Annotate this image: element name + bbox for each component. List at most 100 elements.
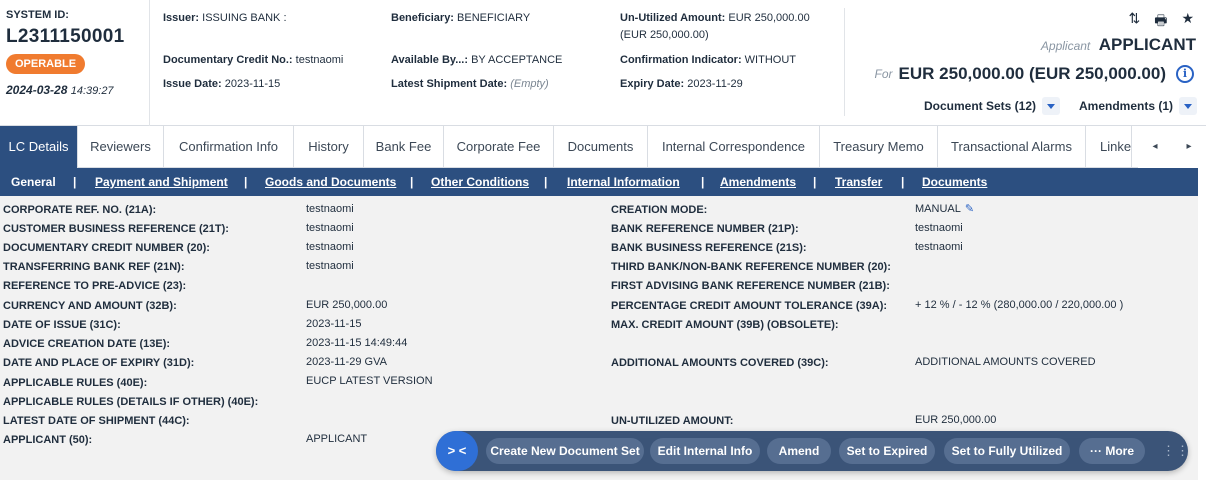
- sort-icon[interactable]: ⇅: [1128, 10, 1140, 34]
- detail-row: PERCENTAGE CREDIT AMOUNT TOLERANCE (39A)…: [611, 297, 887, 316]
- issue-date-field: Issue Date: 2023-11-15: [163, 78, 280, 90]
- tab-history[interactable]: History: [294, 126, 364, 168]
- header-divider: [844, 8, 845, 116]
- system-id-label: SYSTEM ID:: [6, 9, 69, 21]
- detail-value: testnaomi: [915, 241, 963, 253]
- detail-label: TRANSFERRING BANK REF (21N):: [3, 261, 185, 273]
- detail-label: ADVICE CREATION DATE (13E):: [3, 338, 171, 350]
- star-icon[interactable]: ★: [1181, 10, 1194, 34]
- detail-row: DATE OF ISSUE (31C):: [3, 316, 121, 335]
- set-fully-utilized-button[interactable]: Set to Fully Utilized: [944, 438, 1070, 464]
- detail-value: EUCP LATEST VERSION: [306, 375, 433, 387]
- shipment-field: Latest Shipment Date: (Empty): [391, 78, 549, 90]
- detail-label: LATEST DATE OF SHIPMENT (44C):: [3, 415, 190, 427]
- amount-summary-label: For: [874, 67, 893, 81]
- tab-transactional-alarms[interactable]: Transactional Alarms: [938, 126, 1086, 168]
- edit-internal-info-button[interactable]: Edit Internal Info: [650, 438, 760, 464]
- detail-value: EUR 250,000.00: [306, 299, 388, 311]
- detail-row: UN-UTILIZED AMOUNT:: [611, 412, 733, 431]
- amount-summary: For EUR 250,000.00 (EUR 250,000.00) i: [875, 64, 1194, 84]
- section-goods-documents[interactable]: Goods and Documents: [265, 168, 396, 196]
- detail-row: APPLICANT (50):: [3, 431, 92, 450]
- section-general[interactable]: General: [11, 168, 56, 196]
- create-document-set-button[interactable]: Create New Document Set: [486, 438, 644, 464]
- detail-value: testnaomi: [915, 222, 963, 234]
- chevron-right-icon[interactable]: ▸: [1172, 126, 1206, 168]
- status-badge: OPERABLE: [6, 54, 86, 74]
- pencil-icon[interactable]: ✎: [965, 200, 974, 219]
- tab-documents[interactable]: Documents: [554, 126, 648, 168]
- detail-value: APPLICANT: [306, 433, 368, 445]
- collapse-toggle-button[interactable]: > <: [436, 431, 478, 471]
- amendments-dropdown[interactable]: Amendments (1): [1079, 97, 1198, 115]
- section-amendments[interactable]: Amendments: [720, 168, 796, 196]
- chevron-left-icon[interactable]: ◂: [1138, 126, 1172, 168]
- detail-label: DATE AND PLACE OF EXPIRY (31D):: [3, 357, 195, 369]
- chevron-down-icon[interactable]: [1179, 97, 1198, 115]
- issue-date-value: 2023-11-15: [224, 78, 281, 90]
- detail-label: REFERENCE TO PRE-ADVICE (23):: [3, 280, 187, 292]
- section-transfer[interactable]: Transfer: [835, 168, 882, 196]
- amend-button[interactable]: Amend: [767, 438, 831, 464]
- set-expired-button[interactable]: Set to Expired: [839, 438, 935, 464]
- header-actions: ⇅ 🖶 ★: [1128, 10, 1194, 34]
- system-id-panel: SYSTEM ID: L2311150001 OPERABLE 2024-03-…: [0, 0, 150, 126]
- detail-label: UN-UTILIZED AMOUNT:: [611, 415, 734, 427]
- detail-value: testnaomi: [306, 260, 354, 272]
- detail-row: BANK REFERENCE NUMBER (21P):: [611, 220, 799, 239]
- expiry-label: Expiry Date:: [620, 78, 685, 90]
- amendments-label: Amendments (1): [1079, 99, 1174, 113]
- detail-label: THIRD BANK/NON-BANK REFERENCE NUMBER (20…: [611, 261, 891, 273]
- detail-row: BANK BUSINESS REFERENCE (21S):: [611, 239, 807, 258]
- detail-value: EUR 250,000.00: [915, 414, 997, 426]
- confirmation-field: Confirmation Indicator: WITHOUT: [620, 54, 796, 66]
- detail-value: 2023-11-15 14:49:44: [306, 337, 408, 349]
- section-payment-shipment[interactable]: Payment and Shipment: [95, 168, 228, 196]
- section-separator: |: [410, 175, 414, 189]
- detail-row: ADVICE CREATION DATE (13E):: [3, 335, 170, 354]
- beneficiary-field: Beneficiary: BENEFICIARY: [391, 12, 530, 24]
- detail-row: MAX. CREDIT AMOUNT (39B) (OBSOLETE):: [611, 316, 839, 335]
- print-icon[interactable]: 🖶: [1154, 10, 1167, 34]
- tab-internal-correspondence[interactable]: Internal Correspondence: [648, 126, 820, 168]
- drag-handle-icon[interactable]: ⋮⋮: [1162, 444, 1189, 458]
- document-sets-dropdown[interactable]: Document Sets (12): [924, 97, 1061, 115]
- system-id: L2311150001: [6, 26, 125, 47]
- detail-value: + 12 % / - 12 % (280,000.00 / 220,000.00…: [915, 299, 1124, 311]
- issuer-value: ISSUING BANK :: [202, 12, 287, 24]
- unutilized-label: Un-Utilized Amount:: [620, 12, 726, 24]
- beneficiary-value: BENEFICIARY: [457, 12, 531, 24]
- tab-linked[interactable]: Linke: [1086, 126, 1132, 168]
- expiry-field: Expiry Date: 2023-11-29: [620, 78, 743, 90]
- section-other-conditions[interactable]: Other Conditions: [431, 168, 529, 196]
- more-button[interactable]: ··· More: [1079, 438, 1145, 464]
- detail-label: PERCENTAGE CREDIT AMOUNT TOLERANCE (39A)…: [611, 300, 888, 312]
- timestamp-time: 14:39:27: [70, 85, 114, 97]
- confirmation-value: WITHOUT: [744, 54, 796, 66]
- section-documents[interactable]: Documents: [922, 168, 987, 196]
- detail-row: CREATION MODE:: [611, 201, 707, 220]
- tab-reviewers[interactable]: Reviewers: [78, 126, 164, 168]
- tab-lc-details[interactable]: LC Details: [0, 126, 78, 168]
- tab-treasury-memo[interactable]: Treasury Memo: [820, 126, 938, 168]
- detail-value: 2023-11-15: [306, 318, 362, 330]
- tab-bank-fee[interactable]: Bank Fee: [364, 126, 444, 168]
- beneficiary-label: Beneficiary:: [391, 12, 454, 24]
- tab-confirmation-info[interactable]: Confirmation Info: [164, 126, 294, 168]
- detail-label: CORPORATE REF. NO. (21A):: [3, 204, 157, 216]
- info-icon[interactable]: i: [1176, 65, 1194, 83]
- detail-row: REFERENCE TO PRE-ADVICE (23):: [3, 277, 186, 296]
- tab-corporate-fee[interactable]: Corporate Fee: [444, 126, 554, 168]
- detail-label: DOCUMENTARY CREDIT NUMBER (20):: [3, 242, 210, 254]
- detail-row: CURRENCY AND AMOUNT (32B):: [3, 297, 177, 316]
- detail-value: ADDITIONAL AMOUNTS COVERED: [915, 356, 1096, 368]
- detail-row: DATE AND PLACE OF EXPIRY (31D):: [3, 354, 194, 373]
- detail-row: CUSTOMER BUSINESS REFERENCE (21T):: [3, 220, 229, 239]
- detail-value: testnaomi: [306, 241, 354, 253]
- unutilized-sub: (EUR 250,000.00): [620, 29, 709, 41]
- detail-value: testnaomi: [306, 203, 354, 215]
- detail-label: APPLICABLE RULES (40E):: [3, 377, 148, 389]
- section-internal-information[interactable]: Internal Information: [567, 168, 680, 196]
- chevron-down-icon[interactable]: [1042, 97, 1061, 115]
- available-value: BY ACCEPTANCE: [471, 54, 563, 66]
